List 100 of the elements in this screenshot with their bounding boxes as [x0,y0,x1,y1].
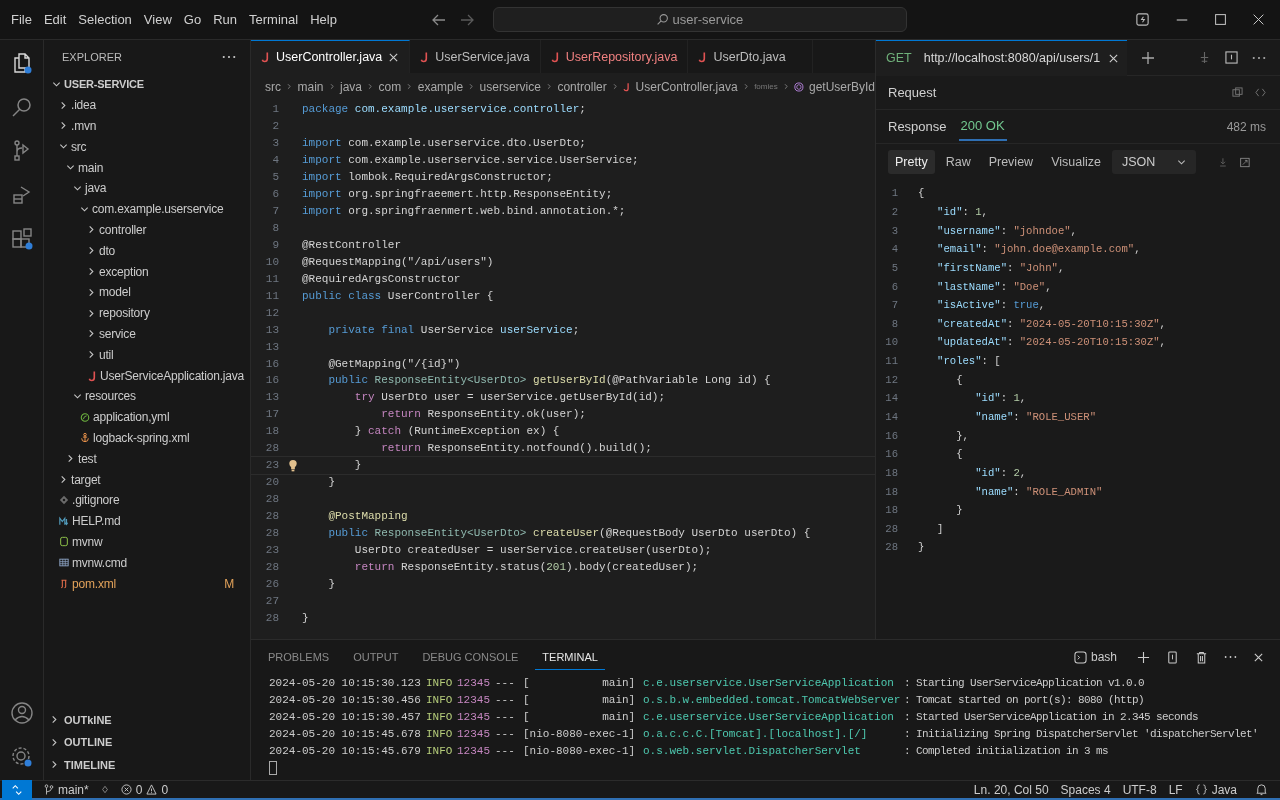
remote-button[interactable] [2,779,32,800]
breadcrumb-item[interactable]: userservice [479,79,541,94]
view-tab[interactable]: Visualize [1044,150,1108,174]
line-number: 16 [884,448,898,461]
tree-item[interactable]: src [44,136,250,158]
status-item[interactable]: Ln. 20, Col 50 [973,782,1049,797]
close-icon[interactable] [388,51,400,63]
tree-item[interactable]: main [44,157,250,178]
close-icon[interactable] [1253,651,1264,663]
menu-item[interactable]: Selection [72,12,138,27]
more-icon[interactable] [222,55,236,59]
search-field[interactable]: user-service [492,7,907,32]
panel-tab[interactable]: DEBUG CONSOLE [415,645,526,670]
tree-item[interactable]: pom.xml M [44,573,250,594]
panel-tab[interactable]: OUTPUT [346,645,406,670]
tree-item[interactable]: .gitignore [44,489,250,511]
tree-item[interactable]: HELP.md [44,510,250,532]
line-number: 16 [264,374,279,387]
language-button[interactable]: Java [1194,782,1237,797]
maximize-icon[interactable] [1214,13,1227,26]
breadcrumb-item[interactable]: controller [557,79,607,94]
editor-tab[interactable]: UserRepository.java [540,40,689,73]
tree-item[interactable]: logback-spring.xml [44,427,250,449]
split-icon[interactable] [1166,650,1179,664]
request-tab[interactable]: GET http://localhost:8080/api/users/1 [876,40,1128,76]
close-icon[interactable] [1108,52,1120,64]
view-tab[interactable]: Preview [981,150,1041,174]
tree-item[interactable]: UserServiceApplication.java [44,365,250,386]
bell-icon[interactable] [1255,783,1268,796]
tree-item[interactable]: USER-SERVICE [44,74,250,95]
code-icon[interactable] [1255,87,1266,98]
view-tab[interactable]: Pretty [888,150,935,174]
tree-item[interactable]: util [44,344,250,366]
plus-icon[interactable] [1141,50,1156,65]
tree-item[interactable]: dto [44,240,250,262]
line-number: 27 [264,594,279,607]
copy-icon[interactable] [1232,87,1243,98]
status-item[interactable]: Spaces 4 [1060,782,1111,797]
tree-item[interactable]: com.example.userservice [44,198,250,220]
lightbulb-icon[interactable] [288,458,298,472]
tree-item[interactable]: test [44,448,250,470]
menu-item[interactable]: Help [304,12,343,27]
section-header[interactable]: TIMELINE [44,753,250,776]
breadcrumb-item[interactable]: fomies [754,82,778,91]
breadcrumb-item[interactable]: main [297,79,324,94]
more-icon[interactable] [1252,55,1266,60]
problems-button[interactable]: 0 0 [120,782,169,797]
editor-tab[interactable]: UserDto.java [688,40,814,73]
editor-tab[interactable]: UserService.java [410,40,541,73]
tree-item[interactable]: service [44,323,250,345]
tree-item[interactable]: mvnw [44,531,250,553]
json-line: "name": "ROLE_USER" [974,411,1096,423]
branch-button[interactable]: main* [44,782,89,797]
plus-icon[interactable] [1137,650,1150,664]
menu-item[interactable]: Go [177,12,208,27]
breadcrumb-item[interactable]: example [417,79,464,94]
tree-item[interactable]: java [44,178,250,199]
view-tab[interactable]: Raw [938,150,978,174]
menu-item[interactable]: Edit [37,12,73,27]
tree-item[interactable]: .idea [44,94,250,116]
editor-tab[interactable]: UserController.java [251,40,411,73]
chevron-icon [406,82,413,91]
trash-icon[interactable] [1195,650,1208,664]
tree-item[interactable]: mvnw.cmd [44,552,250,574]
breadcrumb-item[interactable]: UserController.java [635,79,738,94]
menu-item[interactable]: View [137,12,178,27]
tree-item[interactable]: resources [44,385,250,407]
line-number: 4 [271,154,279,167]
more-icon[interactable] [1224,655,1237,660]
terminal-selector[interactable]: bash [1073,650,1117,665]
code-line: import com.example.userservice.service.UserService; [302,154,639,167]
breadcrumb-item[interactable]: java [340,79,363,94]
tree-item[interactable]: exception [44,261,250,282]
line-number: 23 [264,543,279,556]
tree-item[interactable]: controller [44,219,250,241]
status-item[interactable]: UTF-8 [1122,782,1157,797]
section-header[interactable]: OUTkINE [44,708,250,731]
split-icon[interactable] [1225,51,1238,64]
section-header[interactable]: OUTLINE [44,731,250,754]
line-number: 28 [264,442,279,455]
tree-item[interactable]: application,yml [44,406,250,428]
line-number: 28 [264,493,279,506]
format-dropdown[interactable]: JSON [1111,150,1197,174]
menu-item[interactable]: Run [207,12,243,27]
accounts-icon[interactable] [8,700,35,726]
menu-item[interactable]: Terminal [243,12,305,27]
tree-item[interactable]: model [44,281,250,303]
search-icon [656,13,670,26]
breadcrumb-item[interactable]: com [378,79,402,94]
panel-tab[interactable]: TERMINAL [535,644,605,670]
breadcrumb-item[interactable]: src [265,79,281,94]
close-icon[interactable] [1252,13,1265,26]
menu-item[interactable]: File [5,12,38,27]
json-line: ] [936,522,944,535]
panel-tab[interactable]: PROBLEMS [261,645,337,670]
tree-item[interactable]: .mvn [44,115,250,137]
status-item[interactable]: LF [1168,782,1183,797]
tree-item[interactable]: target [44,469,250,490]
breadcrumb-item[interactable]: getUserById [808,79,875,94]
tree-item[interactable]: repository [44,302,250,324]
